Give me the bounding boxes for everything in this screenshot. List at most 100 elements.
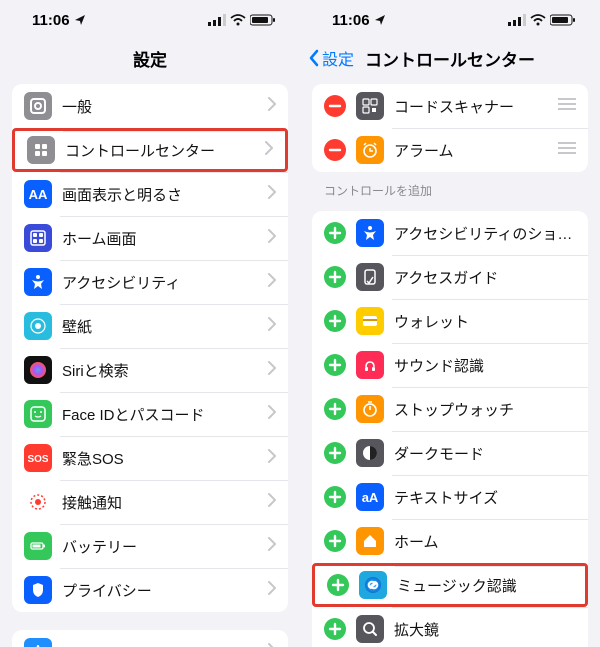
included-row-alarm[interactable]: アラーム (312, 128, 588, 172)
chevron-right-icon (268, 537, 276, 556)
chevron-right-icon (268, 97, 276, 116)
more-controls-group: アクセシビリティのショートカ… アクセスガイド ウォレット サウンド認識 ストッ… (312, 211, 588, 647)
row-label: プライバシー (62, 580, 268, 601)
settings-row-privacy[interactable]: プライバシー (12, 568, 288, 612)
add-button[interactable] (324, 354, 346, 376)
qr-icon (356, 92, 384, 120)
status-bar: 11:06 (0, 0, 300, 40)
settings-row-siri[interactable]: Siriと検索 (12, 348, 288, 392)
add-button[interactable] (324, 618, 346, 640)
row-label: 拡大鏡 (394, 619, 576, 640)
row-label: ストップウォッチ (394, 399, 576, 420)
chevron-right-icon (268, 405, 276, 424)
row-label: 一般 (62, 96, 268, 117)
settings-content[interactable]: 一般 コントロールセンター 画面表示と明るさ ホーム画面 アクセシビリティ 壁紙… (0, 76, 300, 647)
row-label: アクセスガイド (394, 267, 576, 288)
settings-row-display[interactable]: 画面表示と明るさ (12, 172, 288, 216)
settings-row-control[interactable]: コントロールセンター (12, 128, 288, 172)
row-label: Siriと検索 (62, 360, 268, 381)
more-row-stopwatch[interactable]: ストップウォッチ (312, 387, 588, 431)
remove-button[interactable] (324, 139, 346, 161)
sound-icon (356, 351, 384, 379)
sos-icon (24, 444, 52, 472)
navbar: 設定 コントロールセンター (300, 40, 600, 76)
more-row-dark[interactable]: ダークモード (312, 431, 588, 475)
settings-row-home[interactable]: ホーム画面 (12, 216, 288, 260)
battery-icon (250, 14, 276, 26)
signal-icon (508, 14, 526, 26)
chevron-right-icon (268, 317, 276, 336)
included-controls-group: コードスキャナー アラーム (312, 84, 588, 172)
shazam-icon (359, 571, 387, 599)
back-button[interactable]: 設定 (308, 46, 354, 70)
home-icon (24, 224, 52, 252)
row-label: ダークモード (394, 443, 576, 464)
more-row-sound[interactable]: サウンド認識 (312, 343, 588, 387)
add-button[interactable] (324, 486, 346, 508)
status-time: 11:06 (332, 12, 370, 29)
row-label: ウォレット (394, 311, 576, 332)
control-icon (27, 136, 55, 164)
homeapp-icon (356, 527, 384, 555)
stopwatch-icon (356, 395, 384, 423)
guide-icon (356, 263, 384, 291)
more-row-homeapp[interactable]: ホーム (312, 519, 588, 563)
privacy-icon (24, 576, 52, 604)
settings-row-appstore[interactable]: App Store (12, 630, 288, 647)
add-button[interactable] (324, 266, 346, 288)
row-label: コントロールセンター (65, 140, 265, 161)
add-button[interactable] (324, 398, 346, 420)
chevron-right-icon (265, 141, 273, 160)
more-row-wallet2[interactable]: ウォレット (312, 299, 588, 343)
battery-icon (24, 532, 52, 560)
location-icon (74, 14, 86, 26)
add-button[interactable] (324, 530, 346, 552)
settings-screen: 11:06 設定 一般 コントロールセンター 画面表示と明るさ ホーム画面 アク… (0, 0, 300, 647)
more-row-magnifier[interactable]: 拡大鏡 (312, 607, 588, 647)
access-icon (356, 219, 384, 247)
location-icon (374, 14, 386, 26)
chevron-right-icon (268, 581, 276, 600)
more-row-text[interactable]: テキストサイズ (312, 475, 588, 519)
status-bar: 11:06 (300, 0, 600, 40)
settings-row-exposure[interactable]: 接触通知 (12, 480, 288, 524)
dark-icon (356, 439, 384, 467)
wallet2-icon (356, 307, 384, 335)
more-controls-header: コントロールを追加 (300, 172, 600, 203)
row-label: アクセシビリティのショートカ… (394, 223, 576, 244)
settings-group-store: App Store ウォレットとApple Pay (12, 630, 288, 647)
row-label: 画面表示と明るさ (62, 184, 268, 205)
back-label: 設定 (322, 46, 354, 70)
settings-row-faceid[interactable]: Face IDとパスコード (12, 392, 288, 436)
settings-row-access[interactable]: アクセシビリティ (12, 260, 288, 304)
chevron-right-icon (268, 229, 276, 248)
more-row-access[interactable]: アクセシビリティのショートカ… (312, 211, 588, 255)
control-center-content[interactable]: コードスキャナー アラーム コントロールを追加 アクセシビリティのショートカ… … (300, 76, 600, 647)
wifi-icon (230, 14, 246, 26)
settings-row-sos[interactable]: 緊急SOS (12, 436, 288, 480)
row-label: コードスキャナー (394, 96, 558, 117)
add-button[interactable] (324, 310, 346, 332)
more-row-shazam[interactable]: ミュージック認識 (312, 563, 588, 607)
included-row-qr[interactable]: コードスキャナー (312, 84, 588, 128)
settings-row-battery[interactable]: バッテリー (12, 524, 288, 568)
add-button[interactable] (324, 442, 346, 464)
add-button[interactable] (327, 574, 349, 596)
navbar: 設定 (0, 40, 300, 76)
remove-button[interactable] (324, 95, 346, 117)
row-label: Face IDとパスコード (62, 404, 268, 425)
drag-handle-icon[interactable] (558, 141, 576, 159)
settings-row-wallpaper[interactable]: 壁紙 (12, 304, 288, 348)
chevron-right-icon (268, 449, 276, 468)
add-button[interactable] (324, 222, 346, 244)
row-label: ミュージック認識 (397, 575, 573, 596)
row-label: サウンド認識 (394, 355, 576, 376)
drag-handle-icon[interactable] (558, 97, 576, 115)
display-icon (24, 180, 52, 208)
more-row-guide[interactable]: アクセスガイド (312, 255, 588, 299)
page-title: 設定 (133, 46, 167, 71)
settings-group-main: 一般 コントロールセンター 画面表示と明るさ ホーム画面 アクセシビリティ 壁紙… (12, 84, 288, 612)
row-label: アラーム (394, 140, 558, 161)
row-label: App Store (62, 644, 268, 647)
settings-row-general[interactable]: 一般 (12, 84, 288, 128)
